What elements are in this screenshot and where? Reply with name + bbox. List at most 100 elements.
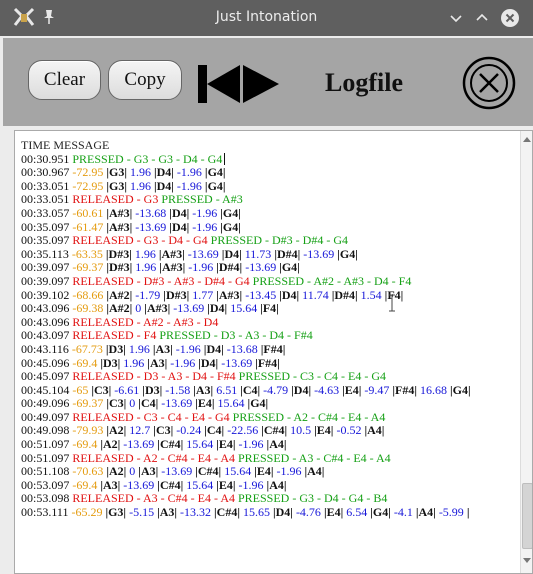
log-line: 00:35.113 -63.35 |D#3| 1.96 |A#3| -13.69… (21, 248, 515, 262)
log-segment: -13.32 (180, 506, 215, 520)
log-segment: |A3| (193, 383, 217, 397)
log-segment: |E4| (216, 438, 239, 452)
log-segment: |A#2| (106, 302, 136, 316)
log-segment: 1.54 (360, 288, 385, 302)
log-segment: |G4| (247, 397, 269, 411)
log-segment: |A4| (364, 424, 385, 438)
log-segment: 1.96 (129, 179, 154, 193)
log-segment: 00:30.967 (21, 166, 73, 180)
log-segment: -63.35 (71, 247, 106, 261)
log-line: 00:45.097 RELEASED - D3 - A3 - D4 - F#4 … (21, 370, 515, 384)
log-segment: 00:35.097 (21, 220, 73, 234)
log-line: 00:53.111 -65.29 |G3| -5.15 |A3| -13.32 … (21, 506, 515, 520)
log-segment: |E4| (323, 506, 347, 520)
log-line: 00:45.096 -69.4 |D3| 1.96 |A3| -1.96 |D4… (21, 357, 515, 371)
log-segment: |C3| (91, 383, 115, 397)
log-line: 00:43.097 RELEASED - F4 PRESSED - D3 - A… (21, 329, 515, 343)
log-segment: 00:49.096 (21, 397, 73, 411)
log-segment: -72.95 (72, 166, 107, 180)
log-segment: |G4| (337, 247, 358, 261)
log-segment: |A3| (147, 356, 171, 370)
log-segment: |C4| (138, 397, 162, 411)
log-segment: PRESSED - G3 - D4 - G4 - B4 (238, 492, 388, 506)
log-segment: |A2| (100, 438, 124, 452)
log-segment: 00:45.096 (21, 356, 73, 370)
log-segment: -4.63 (314, 383, 343, 397)
log-segment: |D3| (142, 383, 166, 397)
log-segment: 00:33.051 (21, 193, 73, 207)
log-segment: -1.96 (176, 179, 205, 193)
log-segment: |D4| (207, 302, 231, 316)
log-segment: |C4| (204, 424, 228, 438)
log-segment: -68.66 (72, 288, 107, 302)
log-segment: -79.93 (72, 424, 107, 438)
log-segment: -1.96 (238, 478, 267, 492)
log-segment: 0 (129, 397, 139, 411)
log-segment: 11.74 (302, 288, 332, 302)
log-line: 00:49.097 RELEASED - C3 - C4 - E4 - G4 P… (21, 411, 515, 425)
play-icon[interactable] (241, 64, 279, 104)
log-segment: |D#4| (216, 261, 246, 275)
title-bar[interactable]: Just Intonation (0, 0, 533, 36)
scrollbar-thumb[interactable] (522, 483, 532, 549)
clear-button[interactable]: Clear (28, 60, 101, 100)
log-segment: 00:43.097 (21, 329, 73, 343)
log-segment: |G4| (204, 166, 226, 180)
log-segment: RELEASED - G3 (72, 193, 162, 207)
log-segment: -13.69 (173, 302, 208, 316)
vertical-scrollbar[interactable] (520, 131, 532, 573)
log-segment: RELEASED - D#3 - A#3 - D#4 - G4 (72, 274, 253, 288)
log-segment: |G3| (106, 166, 130, 180)
log-segment: -70.63 (72, 465, 107, 479)
log-segment: 1.96 (123, 356, 148, 370)
log-segment: |D4| (153, 166, 177, 180)
log-segment: |A#3| (216, 288, 246, 302)
log-segment: -13.69 (303, 247, 338, 261)
log-line: 00:35.097 RELEASED - G3 - D4 - G4 PRESSE… (21, 234, 515, 248)
close-circle-icon[interactable] (462, 56, 516, 110)
log-segment: 00:35.113 (21, 247, 72, 261)
log-content[interactable]: TIME MESSAGE 00:30.951 PRESSED - G3 - G3… (21, 139, 515, 520)
log-segment: -69.38 (72, 302, 107, 316)
log-segment: -69.4 (72, 356, 101, 370)
log-header: TIME MESSAGE (21, 139, 110, 152)
log-segment: |A3| (157, 506, 181, 520)
log-segment: |D4| (203, 342, 227, 356)
log-segment: 00:53.098 (21, 492, 73, 506)
log-line: 00:51.097 RELEASED - A2 - C#4 - E4 - A4 … (21, 452, 515, 466)
close-icon[interactable] (500, 8, 520, 28)
log-segment: |F#4| (392, 383, 421, 397)
log-segment: |E4| (195, 397, 218, 411)
log-segment: -13.45 (245, 288, 280, 302)
chevron-up-icon[interactable] (472, 8, 492, 28)
log-line: 00:51.097 -69.4 |A2| -13.69 |C#4| 15.64 … (21, 438, 515, 452)
log-segment: -13.69 (161, 397, 196, 411)
text-caret (224, 152, 226, 165)
log-segment: |A2| (106, 424, 130, 438)
log-segment: |A#3| (158, 247, 188, 261)
log-segment: 1.96 (129, 166, 154, 180)
log-segment: PRESSED - C3 - C4 - E4 - G4 (238, 370, 387, 384)
log-segment: -13.69 (221, 356, 256, 370)
log-segment: RELEASED - G3 - D4 - G4 (72, 234, 211, 248)
copy-button[interactable]: Copy (108, 60, 182, 100)
log-segment: |A#3| (106, 220, 136, 234)
log-line: 00:33.051 -72.95 |G3| 1.96 |D4| -1.96 |G… (21, 180, 515, 194)
log-segment: 15.65 (242, 506, 273, 520)
log-line: 00:30.967 -72.95 |G3| 1.96 |D4| -1.96 |G… (21, 166, 515, 180)
log-segment: |A#3| (159, 261, 189, 275)
log-segment: 00:39.097 (21, 274, 73, 288)
log-segment: -67.73 (71, 342, 106, 356)
log-segment: -13.69 (161, 465, 196, 479)
skip-previous-icon[interactable] (198, 64, 240, 104)
log-line: 00:43.116 -67.73 |D3| 1.96 |A3| -1.96 |D… (21, 343, 515, 357)
log-segment: 0 (129, 465, 139, 479)
log-segment: PRESSED - A#2 - A#3 - D4 - F4 (252, 274, 412, 288)
chevron-down-icon[interactable] (446, 8, 466, 28)
logfile-text-area[interactable]: TIME MESSAGE 00:30.951 PRESSED - G3 - G3… (14, 130, 533, 574)
scroll-down-icon[interactable] (522, 557, 532, 565)
scroll-up-icon[interactable] (522, 135, 532, 143)
log-segment: |D4| (169, 206, 193, 220)
log-segment: |C#4| (157, 438, 187, 452)
log-segment: -13.69 (187, 247, 222, 261)
